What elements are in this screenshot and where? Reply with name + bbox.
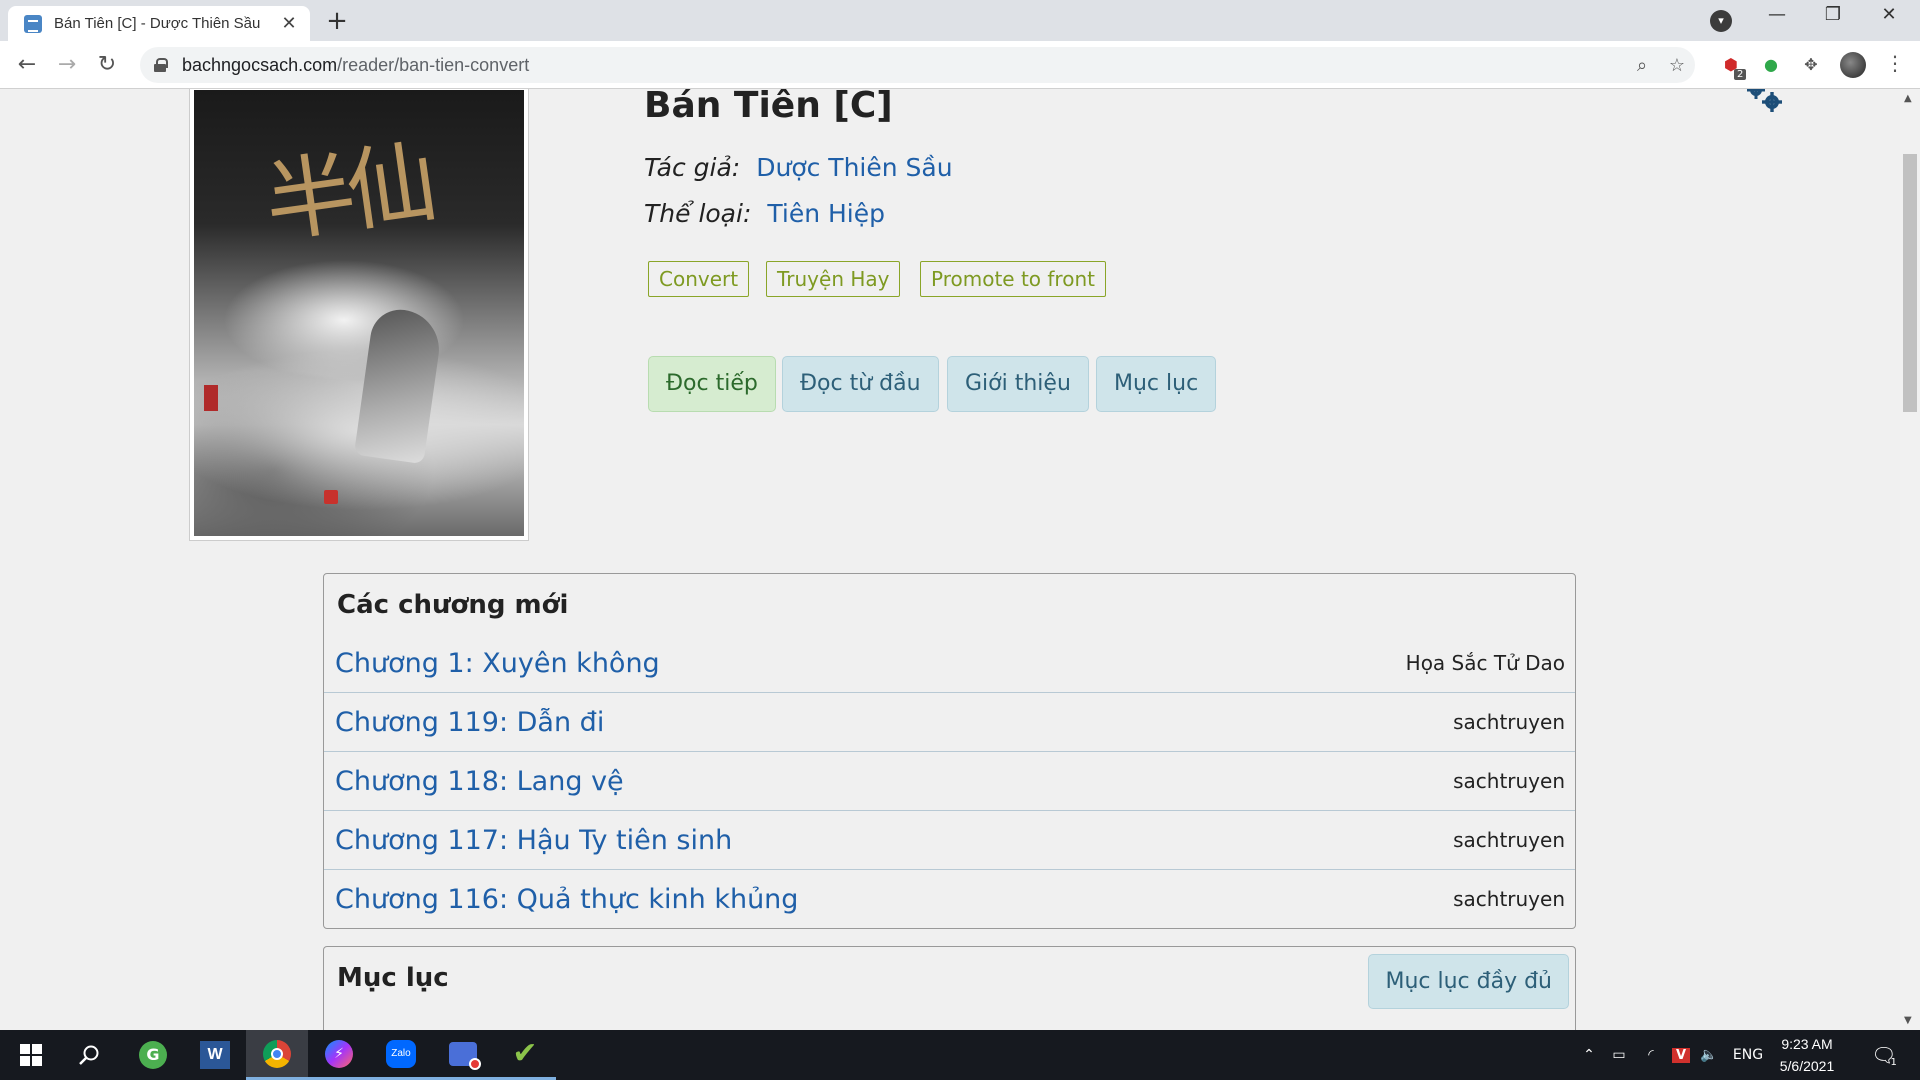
chapter-uploader: sachtruyen <box>1453 828 1565 852</box>
start-windows-icon[interactable] <box>0 1030 62 1080</box>
clock-date: 5/6/2021 <box>1779 1058 1835 1074</box>
evernote-extension-icon[interactable]: ● <box>1758 52 1784 78</box>
chapter-link[interactable]: Chương 116: Quả thực kinh khủng <box>335 884 798 915</box>
full-toc-button[interactable]: Mục lục đầy đủ <box>1368 954 1569 1009</box>
introduction-button[interactable]: Giới thiệu <box>947 356 1089 412</box>
volume-icon[interactable]: 🔈 <box>1696 1030 1722 1080</box>
profile-avatar[interactable] <box>1840 52 1866 78</box>
chapter-row[interactable]: Chương 118: Lang vệ sachtruyen <box>324 751 1575 810</box>
cover-seal <box>204 385 218 411</box>
chapter-row[interactable]: Chương 119: Dẫn đi sachtruyen <box>324 692 1575 751</box>
zalo-app-icon[interactable]: Zalo <box>370 1030 432 1080</box>
new-tab-button[interactable]: + <box>322 6 352 36</box>
word-app-icon[interactable]: W <box>184 1030 246 1080</box>
tag-truyen-hay[interactable]: Truyện Hay <box>766 261 901 297</box>
author-label: Tác giả: <box>644 153 741 182</box>
notification-count: 1 <box>1890 1056 1897 1068</box>
search-icon[interactable] <box>58 1030 120 1080</box>
scroll-up-icon[interactable]: ▲ <box>1904 93 1912 104</box>
taskbar-clock[interactable]: 9:23 AM 5/6/2021 <box>1762 1033 1852 1077</box>
settings-gear-icon[interactable] <box>1744 89 1786 116</box>
book-cover: 半仙 <box>189 89 529 541</box>
book-title: Bán Tiên [C] <box>644 89 893 126</box>
scroll-thumb[interactable] <box>1903 154 1917 412</box>
chapter-link[interactable]: Chương 1: Xuyên không <box>335 648 660 679</box>
chapter-link[interactable]: Chương 118: Lang vệ <box>335 766 624 797</box>
lock-icon <box>154 58 168 72</box>
cover-figure <box>353 305 445 465</box>
url-path: /reader/ban-tien-convert <box>337 54 530 75</box>
browser-tab[interactable]: Bán Tiên [C] - Dược Thiên Sầu ✕ <box>8 6 310 41</box>
new-chapters-panel: Các chương mới Chương 1: Xuyên không Họa… <box>323 573 1576 929</box>
author-row: Tác giả: Dược Thiên Sầu <box>644 153 953 182</box>
vivaldi-tray-icon[interactable]: V <box>1668 1030 1694 1080</box>
extensions-puzzle-icon[interactable]: ✥ <box>1798 52 1824 78</box>
page-scrollbar[interactable]: ▲ ▼ <box>1900 89 1920 1030</box>
url-domain: bachngocsach.com <box>182 54 338 75</box>
browser-menu-icon[interactable]: ⋮ <box>1885 51 1905 75</box>
chapter-uploader: sachtruyen <box>1453 710 1565 734</box>
read-from-start-button[interactable]: Đọc từ đầu <box>782 356 939 412</box>
clock-time: 9:23 AM <box>1781 1036 1833 1052</box>
publisher-logo <box>324 490 338 504</box>
chapter-link[interactable]: Chương 119: Dẫn đi <box>335 707 604 738</box>
cover-calligraphy: 半仙 <box>258 130 436 257</box>
show-hidden-icons[interactable]: ⌃ <box>1578 1030 1600 1080</box>
forward-arrow-icon[interactable]: → <box>52 50 82 80</box>
windows-taskbar: G W ⚡ Zalo ✔ ⌃ ▭ ◜ V 🔈 ENG 9:23 AM 5/6/2… <box>0 1030 1920 1080</box>
messenger-app-icon[interactable]: ⚡ <box>308 1030 370 1080</box>
address-bar[interactable]: bachngocsach.com/reader/ban-tien-convert… <box>140 47 1695 83</box>
toc-panel: Mục lục Mục lục đầy đủ <box>323 946 1576 1030</box>
scroll-down-icon[interactable]: ▼ <box>1904 1015 1912 1026</box>
extension-badge: 2 <box>1734 69 1747 80</box>
genre-row: Thể loại: Tiên Hiệp <box>644 199 885 228</box>
chapter-row[interactable]: Chương 116: Quả thực kinh khủng sachtruy… <box>324 869 1575 928</box>
chapter-uploader: sachtruyen <box>1453 769 1565 793</box>
minimize-button[interactable]: — <box>1757 4 1797 25</box>
chapter-uploader: sachtruyen <box>1453 887 1565 911</box>
zoom-icon[interactable]: ⌕ <box>1630 55 1654 76</box>
close-window-button[interactable]: ✕ <box>1869 4 1909 25</box>
browser-toolbar: ← → ↻ bachngocsach.com/reader/ban-tien-c… <box>0 41 1920 89</box>
battery-icon[interactable]: ▭ <box>1606 1030 1632 1080</box>
genre-link[interactable]: Tiên Hiệp <box>767 199 885 228</box>
chapter-link[interactable]: Chương 117: Hậu Ty tiên sinh <box>335 825 732 856</box>
wifi-icon[interactable]: ◜ <box>1638 1030 1664 1080</box>
author-link[interactable]: Dược Thiên Sầu <box>756 153 952 182</box>
grammarly-app-icon[interactable]: G <box>122 1030 184 1080</box>
tab-search-icon[interactable]: ▾ <box>1710 10 1732 32</box>
chapter-row[interactable]: Chương 117: Hậu Ty tiên sinh sachtruyen <box>324 810 1575 869</box>
notification-center-icon[interactable]: 🗨 1 <box>1866 1030 1902 1080</box>
new-chapters-heading: Các chương mới <box>337 590 569 620</box>
tab-title: Bán Tiên [C] - Dược Thiên Sầu <box>54 15 261 32</box>
site-favicon-icon <box>24 14 42 33</box>
genre-label: Thể loại: <box>644 199 752 228</box>
cover-image: 半仙 <box>194 90 524 536</box>
bookmark-star-icon[interactable]: ☆ <box>1665 55 1689 76</box>
page-content: 半仙 Bán Tiên [C] Tác giả: Dược Thiên Sầu T… <box>0 89 1900 1030</box>
url-text: bachngocsach.com/reader/ban-tien-convert <box>182 55 529 76</box>
reload-icon[interactable]: ↻ <box>92 50 122 80</box>
chapter-uploader: Họa Sắc Tử Dao <box>1405 651 1565 675</box>
back-arrow-icon[interactable]: ← <box>12 50 42 80</box>
tab-close-icon[interactable]: ✕ <box>278 13 300 34</box>
chapter-row[interactable]: Chương 1: Xuyên không Họa Sắc Tử Dao <box>324 634 1575 692</box>
browser-tabbar: Bán Tiên [C] - Dược Thiên Sầu ✕ + ▾ — ❐ … <box>0 0 1920 41</box>
tag-promote[interactable]: Promote to front <box>920 261 1106 297</box>
continue-reading-button[interactable]: Đọc tiếp <box>648 356 776 412</box>
chrome-app-icon[interactable] <box>246 1030 308 1080</box>
tag-convert[interactable]: Convert <box>648 261 750 297</box>
screen-recorder-app-icon[interactable] <box>432 1030 494 1080</box>
checkmark-app-icon[interactable]: ✔ <box>494 1030 556 1080</box>
toc-button[interactable]: Mục lục <box>1096 356 1217 412</box>
maximize-button[interactable]: ❐ <box>1813 4 1853 25</box>
